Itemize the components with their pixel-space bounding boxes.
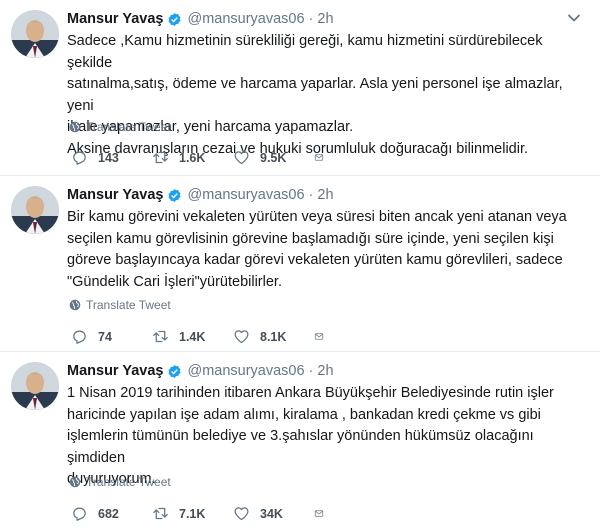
tweet-text-line: göreve başlayıncaya kadar görevi vekalet… bbox=[67, 252, 563, 268]
tweet-text-line: haricinde yapılan işe adam alımı, kirala… bbox=[67, 406, 541, 423]
author-handle[interactable]: @mansuryavas06 bbox=[187, 363, 304, 379]
translate-tweet-link[interactable]: Translate Tweet bbox=[69, 120, 171, 134]
direct-message-button[interactable] bbox=[314, 328, 334, 345]
tweet-text: Sadece ,Kamu hizmetinin sürekliliği gere… bbox=[67, 31, 586, 160]
author-name[interactable]: Mansur Yavaş bbox=[67, 363, 163, 379]
translate-tweet-link[interactable]: Translate Tweet bbox=[69, 298, 171, 312]
tweet-text-line: "Gündelik Cari İşleri"yürütebilirler. bbox=[67, 273, 282, 290]
translate-tweet-link[interactable]: Translate Tweet bbox=[69, 475, 171, 489]
reply-button[interactable]: 143 bbox=[71, 149, 152, 166]
translate-label: Translate Tweet bbox=[86, 120, 171, 134]
tweet-text-line: Bir kamu görevini vekaleten yürüten veya… bbox=[67, 209, 567, 225]
tweet[interactable]: Mansur Yavaş @mansuryavas06 · 2h Sadece … bbox=[0, 0, 600, 176]
author-name[interactable]: Mansur Yavaş bbox=[67, 187, 163, 203]
envelope-icon bbox=[314, 154, 324, 161]
tweet-header: Mansur Yavaş @mansuryavas06 · 2h bbox=[67, 184, 580, 206]
separator-dot: · bbox=[308, 187, 314, 203]
avatar[interactable] bbox=[11, 186, 59, 234]
reply-button[interactable]: 682 bbox=[71, 505, 152, 522]
retweet-button[interactable]: 1.4K bbox=[152, 328, 233, 345]
tweet-actions: 74 1.4K 8.1K bbox=[71, 328, 334, 345]
timestamp[interactable]: 2h bbox=[317, 11, 333, 27]
reply-count: 143 bbox=[98, 150, 119, 165]
globe-icon bbox=[69, 476, 81, 488]
tweet-feed: Mansur Yavaş @mansuryavas06 · 2h Sadece … bbox=[0, 0, 600, 532]
verified-badge-icon bbox=[168, 188, 182, 202]
tweet-text-line: Sadece ,Kamu hizmetinin sürekliliği gere… bbox=[67, 33, 543, 71]
retweet-icon bbox=[153, 151, 168, 164]
globe-icon bbox=[69, 299, 81, 311]
heart-icon bbox=[234, 507, 249, 521]
heart-icon bbox=[234, 330, 249, 344]
heart-icon bbox=[234, 151, 249, 165]
tweet-text-line: satınalma,satış, ödeme ve harcama yaparl… bbox=[67, 76, 563, 114]
like-count: 9.5K bbox=[260, 150, 287, 165]
verified-badge-icon bbox=[168, 364, 182, 378]
reply-icon bbox=[73, 330, 86, 344]
envelope-icon bbox=[314, 333, 324, 340]
like-count: 34K bbox=[260, 506, 283, 521]
direct-message-button[interactable] bbox=[314, 149, 334, 166]
tweet-header: Mansur Yavaş @mansuryavas06 · 2h bbox=[67, 360, 580, 382]
like-button[interactable]: 8.1K bbox=[233, 328, 314, 345]
translate-label: Translate Tweet bbox=[86, 298, 171, 312]
tweet-header: Mansur Yavaş @mansuryavas06 · 2h bbox=[67, 8, 580, 30]
timestamp[interactable]: 2h bbox=[317, 363, 333, 379]
like-count: 8.1K bbox=[260, 329, 287, 344]
timestamp[interactable]: 2h bbox=[317, 187, 333, 203]
retweet-icon bbox=[153, 507, 168, 520]
reply-icon bbox=[73, 151, 86, 165]
reply-count: 74 bbox=[98, 329, 112, 344]
author-handle[interactable]: @mansuryavas06 bbox=[187, 187, 304, 203]
reply-count: 682 bbox=[98, 506, 119, 521]
separator-dot: · bbox=[308, 11, 314, 27]
reply-button[interactable]: 74 bbox=[71, 328, 152, 345]
tweet[interactable]: Mansur Yavaş @mansuryavas06 · 2h 1 Nisan… bbox=[0, 352, 600, 532]
author-name[interactable]: Mansur Yavaş bbox=[67, 11, 163, 27]
tweet-actions: 143 1.6K 9.5K bbox=[71, 149, 334, 166]
retweet-count: 1.6K bbox=[179, 150, 206, 165]
like-button[interactable]: 34K bbox=[233, 505, 314, 522]
retweet-count: 1.4K bbox=[179, 329, 206, 344]
like-button[interactable]: 9.5K bbox=[233, 149, 314, 166]
envelope-icon bbox=[314, 510, 324, 517]
reply-icon bbox=[73, 507, 86, 521]
globe-icon bbox=[69, 121, 81, 133]
separator-dot: · bbox=[308, 363, 314, 379]
author-handle[interactable]: @mansuryavas06 bbox=[187, 11, 304, 27]
retweet-icon bbox=[153, 330, 168, 343]
direct-message-button[interactable] bbox=[314, 505, 334, 522]
tweet-text-line: 1 Nisan 2019 tarihinden itibaren Ankara … bbox=[67, 385, 554, 401]
verified-badge-icon bbox=[168, 12, 182, 26]
tweet-text-line: seçilen kamu görevlisinin görevine başla… bbox=[67, 230, 554, 247]
tweet-text-line: işlemlerin tümünün belediye ve 3.şahısla… bbox=[67, 428, 534, 466]
tweet[interactable]: Mansur Yavaş @mansuryavas06 · 2h Bir kam… bbox=[0, 176, 600, 352]
avatar[interactable] bbox=[11, 362, 59, 410]
retweet-button[interactable]: 1.6K bbox=[152, 149, 233, 166]
translate-label: Translate Tweet bbox=[86, 475, 171, 489]
retweet-count: 7.1K bbox=[179, 506, 206, 521]
avatar[interactable] bbox=[11, 10, 59, 58]
tweet-text: Bir kamu görevini vekaleten yürüten veya… bbox=[67, 207, 586, 293]
tweet-actions: 682 7.1K 34K bbox=[71, 505, 334, 522]
chevron-down-icon[interactable] bbox=[566, 10, 582, 26]
retweet-button[interactable]: 7.1K bbox=[152, 505, 233, 522]
